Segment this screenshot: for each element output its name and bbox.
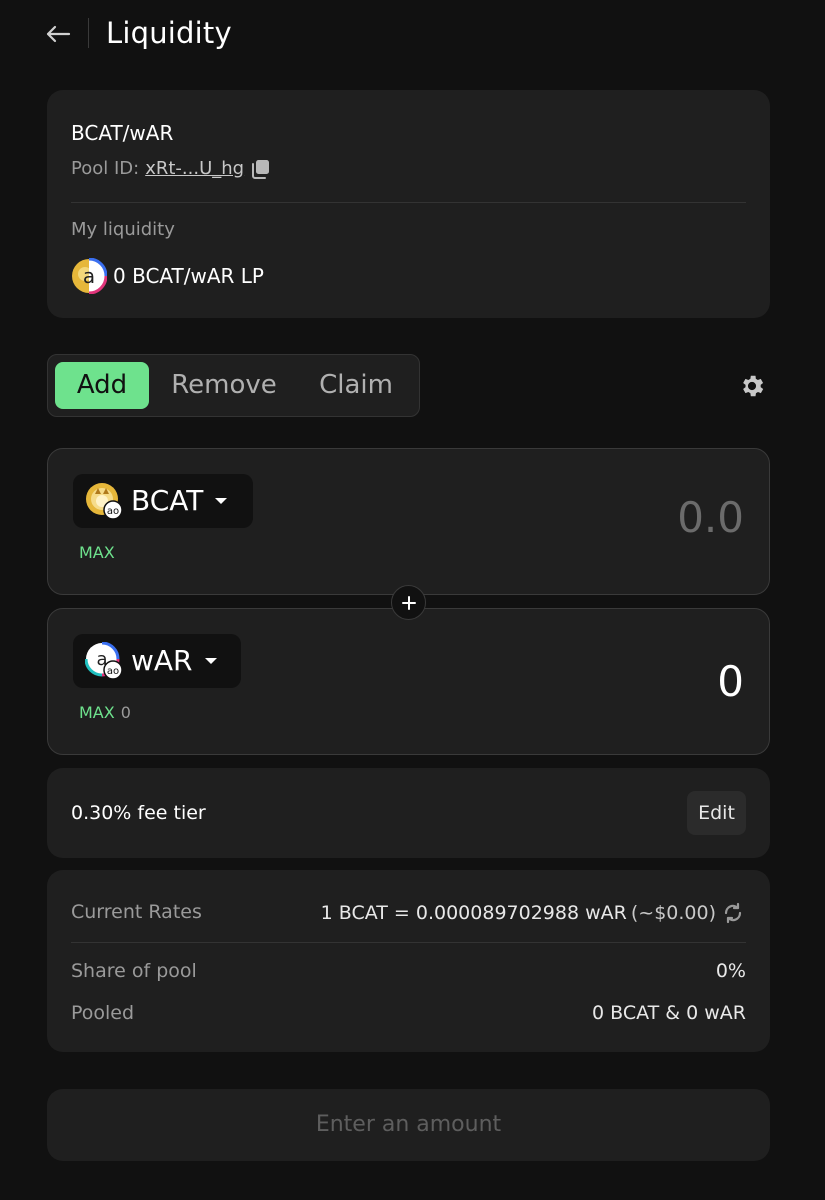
fee-tier-text: 0.30% fee tier — [71, 802, 206, 824]
token-b-max-row: MAX 0 — [79, 703, 131, 723]
token-b-amount-input[interactable] — [384, 653, 744, 709]
tab-add[interactable]: Add — [55, 362, 149, 409]
token-a-symbol: BCAT — [131, 484, 204, 517]
edit-fee-button[interactable]: Edit — [687, 791, 746, 835]
arrow-left-icon — [46, 25, 71, 43]
gear-icon — [743, 375, 764, 397]
pool-id-row: Pool ID: xRt-...U_hg — [71, 157, 272, 181]
svg-text:a: a — [83, 264, 95, 288]
page-title: Liquidity — [106, 16, 232, 50]
plus-divider — [391, 585, 426, 620]
caret-down-icon — [204, 658, 217, 664]
token-a-select[interactable]: ao BCAT — [73, 474, 253, 528]
bcat-token-icon: ao — [85, 482, 123, 520]
rates-card: Current Rates 1 BCAT = 0.000089702988 wA… — [47, 870, 770, 1052]
current-rates-value: 1 BCAT = 0.000089702988 wAR — [320, 902, 627, 924]
plus-icon — [401, 595, 416, 610]
back-button[interactable] — [38, 14, 78, 54]
lp-balance-row: a 0 BCAT/wAR LP — [71, 258, 264, 294]
submit-button[interactable]: Enter an amount — [47, 1089, 770, 1161]
refresh-icon[interactable] — [720, 900, 746, 926]
token-a-max-row: MAX — [79, 543, 121, 563]
share-of-pool-value: 0% — [715, 960, 746, 982]
pool-id-link[interactable]: xRt-...U_hg — [145, 157, 244, 181]
caret-down-icon — [215, 498, 228, 504]
copy-icon[interactable] — [250, 158, 272, 180]
pooled-value: 0 BCAT & 0 wAR — [592, 1002, 746, 1024]
war-token-icon: a ao — [84, 641, 123, 680]
token-b-card: a ao wAR MAX 0 — [47, 608, 770, 755]
liquidity-tabs: Add Remove Claim — [47, 354, 420, 417]
settings-button[interactable] — [735, 369, 769, 403]
pool-name: BCAT/wAR — [71, 121, 174, 145]
tab-claim[interactable]: Claim — [310, 362, 402, 409]
fee-tier-card: 0.30% fee tier Edit — [47, 768, 770, 858]
lp-balance: 0 BCAT/wAR LP — [113, 264, 264, 288]
share-of-pool-label: Share of pool — [71, 960, 197, 982]
rates-divider — [71, 942, 746, 943]
token-b-select[interactable]: a ao wAR — [73, 634, 241, 688]
header-divider — [88, 18, 89, 48]
tab-remove[interactable]: Remove — [160, 362, 288, 409]
pool-id-label: Pool ID: — [71, 158, 140, 179]
pool-divider — [71, 202, 746, 203]
my-liquidity-label: My liquidity — [71, 219, 175, 240]
current-rates-usd: (~$0.00) — [630, 902, 716, 924]
pooled-label: Pooled — [71, 1002, 135, 1024]
token-a-max-button[interactable]: MAX — [79, 543, 115, 563]
token-b-balance: 0 — [120, 703, 131, 722]
current-rates-value-row: 1 BCAT = 0.000089702988 wAR (~$0.00) — [321, 900, 746, 926]
token-a-amount-input[interactable] — [384, 489, 744, 545]
current-rates-label: Current Rates — [71, 901, 202, 923]
token-b-symbol: wAR — [131, 644, 193, 677]
lp-pair-icon: a — [71, 258, 107, 294]
svg-text:ao: ao — [107, 506, 119, 517]
token-a-card: ao BCAT MAX — [47, 448, 770, 595]
svg-text:ao: ao — [107, 666, 119, 677]
token-b-max-button[interactable]: MAX — [79, 703, 115, 723]
pool-info-card: BCAT/wAR Pool ID: xRt-...U_hg My liquidi… — [47, 90, 770, 318]
